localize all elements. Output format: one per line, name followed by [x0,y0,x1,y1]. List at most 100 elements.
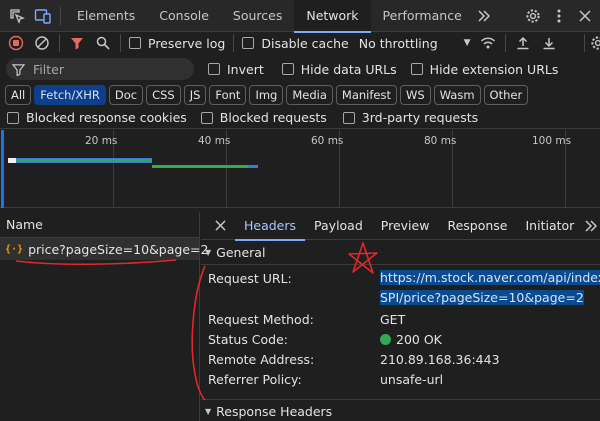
timeline-tick-label: 80 ms [424,135,457,147]
more-options-icon[interactable] [546,3,572,29]
chip-doc[interactable]: Doc [108,85,144,105]
throttling-select[interactable]: No throttling ▼ [359,36,471,51]
referrer-policy-label: Referrer Policy: [208,372,302,387]
chip-img[interactable]: Img [249,85,284,105]
response-headers-title: Response Headers [216,404,333,419]
name-column-label: Name [6,217,43,232]
request-name: price?pageSize=10&page=2 [28,241,209,257]
timeline-overview[interactable]: 20 ms 40 ms 60 ms 80 ms 100 ms [0,130,600,208]
tab-preview[interactable]: Preview [372,212,439,240]
hide-data-urls-label: Hide data URLs [300,61,397,77]
settings-gear-icon[interactable] [520,3,546,29]
more-tabs-icon[interactable] [474,3,494,29]
status-ok-dot-icon [380,334,391,345]
network-toolbar: Preserve log Disable cache No throttling… [0,32,600,54]
chip-ws[interactable]: WS [399,85,431,105]
timeline-tick-label: 100 ms [532,135,572,147]
request-method-value: GET [380,312,406,327]
throttling-value: No throttling [358,35,438,51]
network-conditions-icon[interactable] [475,30,501,56]
status-code-value: 200 OK [380,332,442,347]
close-details-icon[interactable] [207,213,233,239]
hide-extension-urls-label: Hide extension URLs [429,61,559,77]
response-headers-section-header[interactable]: ▼ Response Headers [201,399,600,421]
hide-extension-urls-checkbox[interactable]: Hide extension URLs [410,61,559,77]
request-url-label: Request URL: [208,271,292,286]
request-list: Name {·} price?pageSize=10&page=2 [0,212,208,421]
close-devtools-icon[interactable] [572,3,598,29]
name-column-header[interactable]: Name [0,212,199,238]
checkbox-box[interactable] [342,111,355,124]
chip-all[interactable]: All [5,85,32,105]
export-har-icon[interactable] [536,30,562,56]
more-detail-tabs-icon[interactable] [583,213,599,239]
tab-console[interactable]: Console [147,0,221,32]
request-url-value[interactable]: https://m.stock.naver.com/api/index/KO S… [380,268,600,308]
third-party-checkbox[interactable]: 3rd-party requests [342,110,479,125]
checkbox-box[interactable] [7,111,19,124]
request-method-label: Request Method: [208,312,314,327]
inspect-element-icon[interactable] [4,3,30,29]
chip-media[interactable]: Media [286,85,333,105]
chip-js[interactable]: JS [183,85,207,105]
chip-css[interactable]: CSS [146,85,181,105]
filter-funnel-icon[interactable] [64,30,90,56]
chip-manifest[interactable]: Manifest [335,85,397,105]
chip-fetch-xhr[interactable]: Fetch/XHR [34,85,106,105]
annotation-star [348,242,378,274]
third-party-label: 3rd-party requests [361,110,479,125]
preserve-log-checkbox[interactable]: Preserve log [129,36,225,51]
tab-sources[interactable]: Sources [221,0,294,32]
request-waterfall-bar-2 [152,165,248,168]
chip-wasm[interactable]: Wasm [433,85,481,105]
request-url-line1: https://m.stock.naver.com/api/index/KO [380,270,600,285]
general-title: General [216,245,266,260]
search-icon[interactable] [90,30,116,56]
filter-input[interactable]: Filter [6,58,194,80]
blocked-requests-checkbox[interactable]: Blocked requests [200,110,327,125]
timeline-tick-label: 40 ms [198,135,231,147]
remote-address-value: 210.89.168.36:443 [380,352,500,367]
blocked-cookies-label: Blocked response cookies [26,110,187,125]
hide-data-urls-checkbox[interactable]: Hide data URLs [281,61,397,77]
request-waterfall-bar-3 [248,165,258,168]
tab-network[interactable]: Network [294,0,371,33]
request-waterfall-bar [8,158,152,163]
devtools-tabbar: Elements Console Sources Network Perform… [0,0,600,33]
separator [233,34,235,52]
chip-other[interactable]: Other [483,85,529,105]
separator [120,34,121,52]
filter-icon [12,63,25,76]
checkbox-box[interactable] [200,111,213,124]
checkbox-box[interactable] [129,37,141,49]
record-stop-icon[interactable] [3,30,29,56]
chip-font[interactable]: Font [209,85,247,105]
blocked-requests-label: Blocked requests [219,110,327,125]
import-har-icon[interactable] [510,30,536,56]
annotation-bracket [191,265,206,401]
clear-log-icon[interactable] [29,30,55,56]
collapse-triangle-icon: ▼ [205,248,212,257]
tab-initiator[interactable]: Initiator [517,212,584,240]
invert-checkbox[interactable]: Invert [208,62,264,77]
device-toolbar-icon[interactable] [30,3,56,29]
checkbox-box[interactable] [242,37,255,49]
general-section-header[interactable]: ▼ General [201,241,600,265]
checkbox-box[interactable] [410,63,423,75]
tab-response[interactable]: Response [438,212,516,240]
tab-payload[interactable]: Payload [305,212,372,240]
resource-type-filters: All Fetch/XHR Doc CSS JS Font Img Media … [0,84,600,106]
tab-headers[interactable]: Headers [235,212,306,241]
timeline-tick-label: 60 ms [311,135,344,147]
preserve-log-label: Preserve log [148,35,226,51]
disable-cache-checkbox[interactable]: Disable cache [242,36,349,51]
network-settings-icon[interactable] [589,30,600,56]
dropdown-arrow-icon: ▼ [463,38,471,48]
checkbox-box[interactable] [208,63,220,75]
status-code-text: 200 OK [396,332,442,347]
tab-performance[interactable]: Performance [371,0,474,32]
blocked-cookies-checkbox[interactable]: Blocked response cookies [7,110,187,125]
checkbox-box[interactable] [281,63,294,75]
tab-elements[interactable]: Elements [65,0,147,32]
referrer-policy-value: unsafe-url [380,372,444,387]
